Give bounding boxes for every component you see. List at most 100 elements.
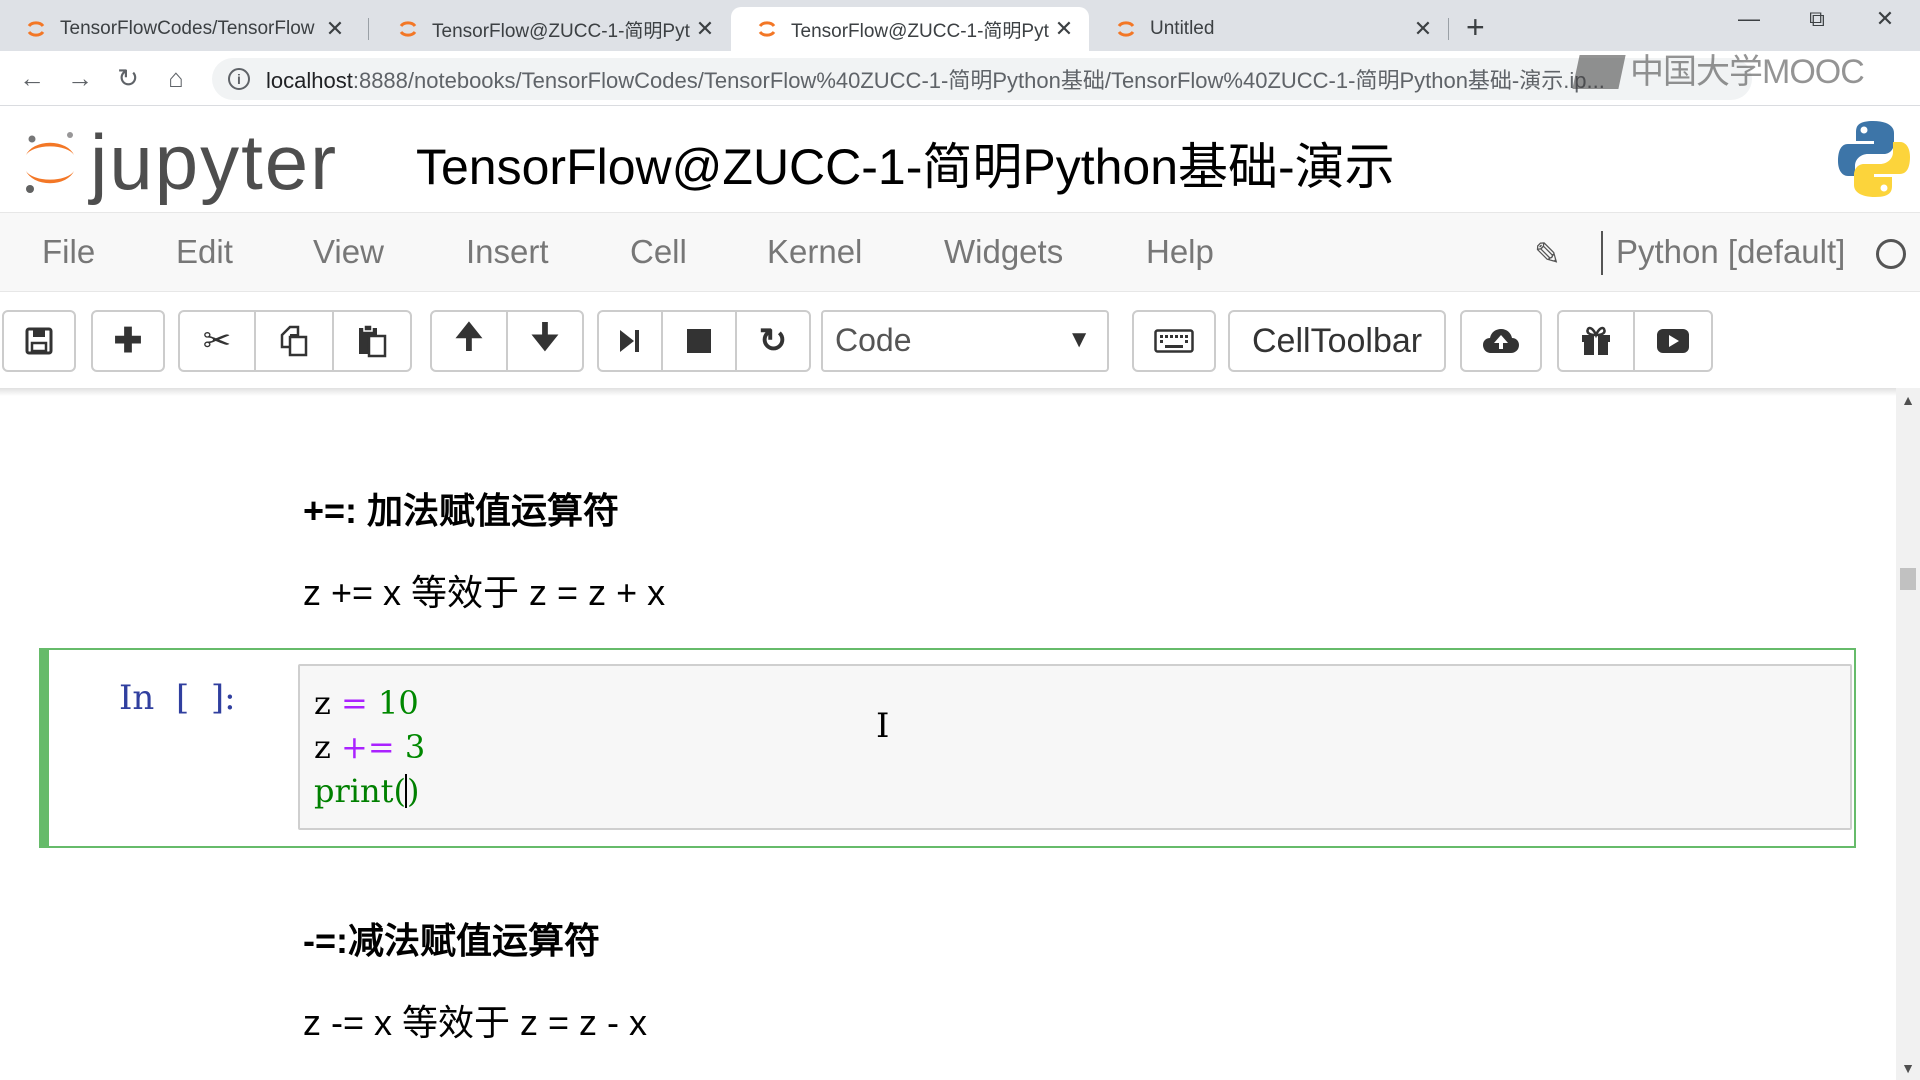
- interrupt-button[interactable]: [661, 310, 737, 372]
- mooc-watermark: 中国大学MOOC: [1572, 44, 1865, 93]
- jupyter-header: jupyter TensorFlow@ZUCC-1-简明Python基础-演示: [0, 107, 1920, 211]
- back-arrow-icon[interactable]: ←: [14, 63, 50, 94]
- cut-button[interactable]: ✂: [178, 310, 256, 372]
- browser-tab-4[interactable]: Untitled ✕: [1090, 7, 1448, 51]
- code-token: =: [330, 684, 379, 722]
- tab-title: TensorFlow@ZUCC-1-简明Pyt: [432, 20, 690, 42]
- scissors-icon: ✂: [202, 322, 232, 360]
- shortcuts-group: [1132, 310, 1216, 372]
- code-token: +=: [330, 728, 405, 766]
- scrollbar-thumb[interactable]: [1900, 568, 1916, 590]
- jupyter-favicon-icon: [27, 21, 45, 37]
- python-logo-icon: [1838, 121, 1910, 197]
- tab-close-icon[interactable]: ✕: [694, 16, 716, 42]
- clipboard-group: ✂: [178, 310, 412, 372]
- menubar: File Edit View Insert Cell Kernel Widget…: [0, 212, 1920, 292]
- jupyter-wordmark: jupyter: [90, 118, 339, 206]
- code-cell-selected[interactable]: In [ ]: z = 10 z += 3 print(): [39, 648, 1856, 848]
- copy-button[interactable]: [254, 310, 334, 372]
- stop-icon: [687, 329, 711, 353]
- minimize-icon[interactable]: —: [1726, 6, 1772, 32]
- code-token: ): [406, 772, 420, 810]
- code-line: z = 10: [314, 684, 419, 722]
- toolbar-shadow: [0, 388, 1896, 396]
- scroll-up-icon[interactable]: ▲: [1896, 392, 1920, 408]
- run-button[interactable]: [597, 310, 663, 372]
- cell-type-value: Code: [835, 322, 912, 358]
- save-button[interactable]: [2, 310, 76, 372]
- menu-cell[interactable]: Cell: [630, 233, 687, 271]
- notebook-container[interactable]: +=: 加法赋值运算符 z += x 等效于 z = z + x In [ ]:…: [0, 388, 1896, 1080]
- scroll-down-icon[interactable]: ▼: [1896, 1060, 1920, 1076]
- site-info-icon[interactable]: i: [228, 68, 250, 90]
- notebook-title[interactable]: TensorFlow@ZUCC-1-简明Python基础-演示: [416, 127, 1395, 199]
- upload-button[interactable]: [1460, 310, 1542, 372]
- celltoolbar-button[interactable]: CellToolbar: [1228, 310, 1447, 372]
- tab-close-icon[interactable]: ✕: [324, 16, 346, 42]
- code-token: 3: [404, 728, 426, 766]
- address-bar[interactable]: i localhost:8888/notebooks/TensorFlowCod…: [212, 58, 1752, 100]
- refresh-icon: ↻: [758, 322, 788, 360]
- pencil-icon[interactable]: ✎: [1534, 235, 1561, 273]
- floppy-icon: [25, 327, 53, 355]
- markdown-text: z -= x 等效于 z = z - x: [303, 1002, 648, 1043]
- restore-icon[interactable]: ⧉: [1794, 6, 1840, 32]
- menu-view[interactable]: View: [313, 233, 384, 271]
- page-scrollbar[interactable]: ▲ ▼: [1896, 388, 1920, 1080]
- menu-file[interactable]: File: [42, 233, 95, 271]
- tab-title: TensorFlow@ZUCC-1-简明Pyt: [791, 20, 1049, 42]
- url-host: localhost: [266, 68, 353, 93]
- gift-button[interactable]: [1557, 310, 1635, 372]
- jupyter-logo[interactable]: jupyter: [20, 115, 400, 206]
- code-token: z: [314, 728, 331, 766]
- kernel-name[interactable]: Python [default]: [1616, 233, 1845, 271]
- run-group: ↻: [597, 310, 811, 372]
- slideshow-button[interactable]: [1633, 310, 1713, 372]
- command-palette-button[interactable]: [1132, 310, 1216, 372]
- paste-button[interactable]: [332, 310, 412, 372]
- copy-icon: [280, 325, 308, 357]
- menu-insert[interactable]: Insert: [466, 233, 549, 271]
- menu-kernel[interactable]: Kernel: [767, 233, 862, 271]
- markdown-heading: -=:减法赋值运算符: [303, 920, 601, 961]
- browser-tab-2[interactable]: TensorFlow@ZUCC-1-简明Pyt ✕: [372, 7, 730, 51]
- jupyter-favicon-icon: [1117, 21, 1135, 37]
- cloud-upload-icon: [1483, 329, 1519, 353]
- reload-icon[interactable]: ↻: [110, 63, 146, 94]
- url-text: localhost:8888/notebooks/TensorFlowCodes…: [266, 63, 1605, 95]
- window-close-icon[interactable]: ✕: [1862, 6, 1908, 32]
- tab-title: TensorFlowCodes/TensorFlow: [60, 18, 315, 39]
- move-up-button[interactable]: 🠉: [430, 310, 508, 372]
- cell-type-select[interactable]: Code ▼: [821, 310, 1109, 372]
- jupyter-favicon-icon: [399, 21, 417, 37]
- restart-kernel-button[interactable]: ↻: [735, 310, 811, 372]
- tab-divider: [1448, 18, 1449, 40]
- forward-arrow-icon[interactable]: →: [62, 63, 98, 94]
- code-token: print: [314, 772, 394, 810]
- browser-tab-1[interactable]: TensorFlowCodes/TensorFlow ✕: [0, 7, 360, 51]
- insert-cell-button[interactable]: ✚: [91, 310, 165, 372]
- arrow-down-icon: 🠋: [530, 317, 560, 356]
- jupyter-logo-icon: [26, 132, 74, 193]
- url-path: :8888/notebooks/TensorFlowCodes/TensorFl…: [352, 68, 1605, 93]
- menu-edit[interactable]: Edit: [176, 233, 233, 271]
- menu-widgets[interactable]: Widgets: [944, 233, 1063, 271]
- browser-tab-3-active[interactable]: TensorFlow@ZUCC-1-简明Pyt ✕: [731, 7, 1089, 51]
- home-icon[interactable]: ⌂: [158, 63, 194, 94]
- new-tab-button[interactable]: +: [1466, 9, 1485, 46]
- upload-group: [1460, 310, 1542, 372]
- arrow-up-icon: 🠉: [454, 317, 484, 356]
- move-down-button[interactable]: 🠋: [506, 310, 584, 372]
- markdown-heading: +=: 加法赋值运算符: [303, 490, 620, 531]
- notebook-toolbar: ✚ ✂ 🠉 🠋 ↻ Code ▼ CellToolbar: [0, 292, 1920, 388]
- celltoolbar-group: CellToolbar: [1228, 310, 1447, 372]
- play-icon: [1657, 329, 1689, 353]
- chevron-down-icon: ▼: [1067, 326, 1091, 353]
- markdown-text: z += x 等效于 z = z + x: [303, 572, 666, 613]
- extensions-group: [1557, 310, 1713, 372]
- menu-help[interactable]: Help: [1146, 233, 1214, 271]
- tab-close-icon[interactable]: ✕: [1053, 16, 1075, 42]
- tab-close-icon[interactable]: ✕: [1412, 16, 1434, 42]
- code-editor[interactable]: z = 10 z += 3 print(): [298, 664, 1852, 830]
- code-token: z: [314, 684, 331, 722]
